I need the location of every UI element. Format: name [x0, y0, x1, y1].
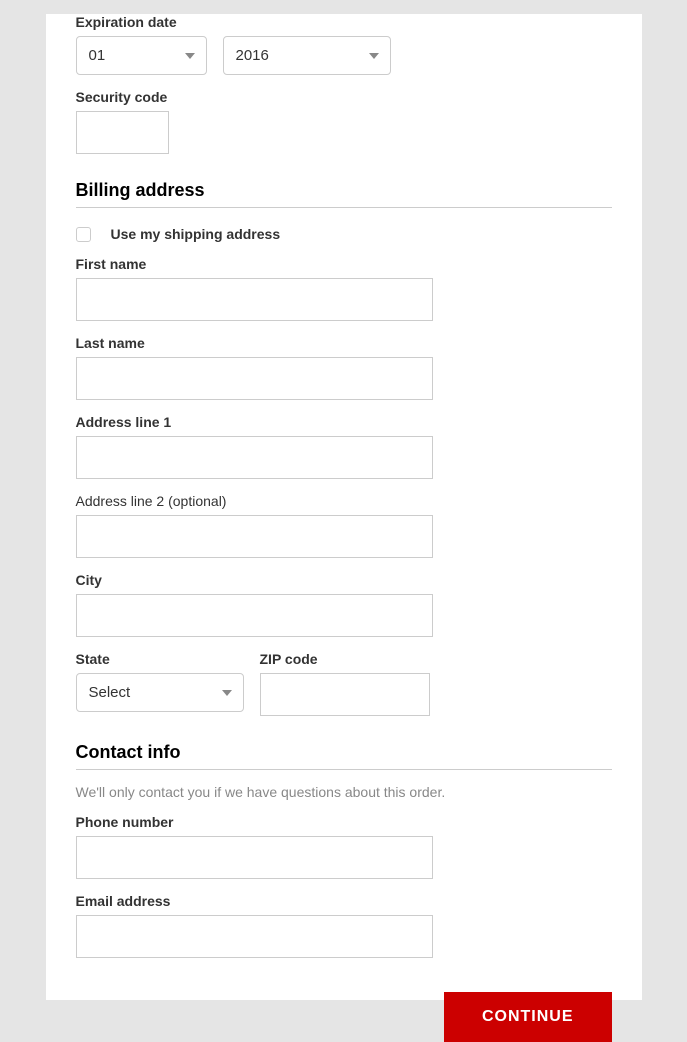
address2-label: Address line 2 (optional) [76, 493, 612, 509]
address1-input[interactable] [76, 436, 433, 479]
contact-help-text: We'll only contact you if we have questi… [76, 784, 612, 800]
last-name-label: Last name [76, 335, 612, 351]
checkout-form: Expiration date 01 2016 Security code Bi… [46, 14, 642, 1000]
phone-input[interactable] [76, 836, 433, 879]
continue-button[interactable]: CONTINUE [444, 992, 612, 1042]
expiration-row: 01 2016 [76, 36, 612, 75]
state-label: State [76, 651, 244, 667]
city-input[interactable] [76, 594, 433, 637]
last-name-input[interactable] [76, 357, 433, 400]
email-input[interactable] [76, 915, 433, 958]
expiration-year-select[interactable]: 2016 [223, 36, 391, 75]
contact-info-heading: Contact info [76, 742, 612, 770]
state-zip-row: State Select ZIP code [76, 637, 612, 716]
zip-label: ZIP code [260, 651, 430, 667]
expiration-month-select[interactable]: 01 [76, 36, 207, 75]
state-col: State Select [76, 637, 244, 716]
first-name-label: First name [76, 256, 612, 272]
city-label: City [76, 572, 612, 588]
address1-label: Address line 1 [76, 414, 612, 430]
security-code-input[interactable] [76, 111, 169, 154]
first-name-input[interactable] [76, 278, 433, 321]
email-label: Email address [76, 893, 612, 909]
state-select[interactable]: Select [76, 673, 244, 712]
state-select-wrap: Select [76, 673, 244, 712]
zip-input[interactable] [260, 673, 430, 716]
expiration-date-label: Expiration date [76, 14, 612, 30]
billing-address-heading: Billing address [76, 180, 612, 208]
use-shipping-row: Use my shipping address [76, 226, 612, 242]
expiration-year-wrap: 2016 [223, 36, 391, 75]
use-shipping-label: Use my shipping address [111, 226, 281, 242]
phone-label: Phone number [76, 814, 612, 830]
expiration-month-wrap: 01 [76, 36, 207, 75]
use-shipping-checkbox[interactable] [76, 227, 91, 242]
address2-input[interactable] [76, 515, 433, 558]
security-code-label: Security code [76, 89, 612, 105]
zip-col: ZIP code [260, 637, 430, 716]
